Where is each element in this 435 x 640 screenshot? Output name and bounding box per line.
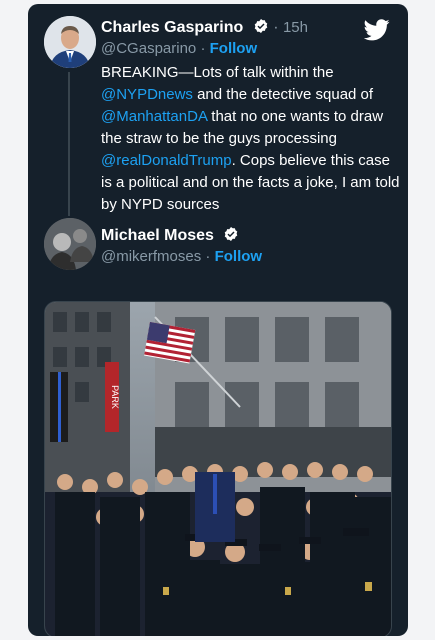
tweet-photo[interactable]: PARK (44, 301, 392, 636)
tweet-timestamp[interactable]: 15h (283, 19, 308, 36)
author-name[interactable]: Charles Gasparino (101, 19, 243, 36)
handle-row: @CGasparino · Follow (101, 40, 257, 57)
thread-connector-line (68, 72, 70, 216)
avatar-image (44, 218, 96, 270)
verified-badge-icon (254, 19, 268, 33)
tweet-card: Charles Gasparino · 15h @CGasparino · Fo… (28, 4, 408, 636)
follow-button[interactable]: Follow (215, 248, 263, 265)
separator-dot: · (200, 40, 206, 57)
separator-dot: · (205, 248, 211, 265)
avatar-charles-gasparino[interactable] (44, 16, 96, 68)
tweet-body: BREAKING—Lots of talk within the @NYPDne… (101, 62, 401, 216)
group-photo-image: PARK (45, 302, 391, 636)
mention-link-manhattanda[interactable]: @ManhattanDA (101, 108, 207, 125)
mention-link-realdonaldtrump[interactable]: @realDonaldTrump (101, 152, 232, 169)
author-name-row: Charles Gasparino · 15h (101, 18, 308, 37)
author-name-row: Michael Moses (101, 226, 239, 245)
park-sign-text: PARK (110, 385, 120, 409)
handle-row: @mikerfmoses · Follow (101, 248, 262, 265)
author-handle[interactable]: @mikerfmoses (101, 248, 201, 265)
verified-badge-icon (225, 227, 238, 241)
tweet-text-part: BREAKING—Lots of talk within the (101, 64, 334, 81)
follow-button[interactable]: Follow (210, 40, 258, 57)
tweet-text-part: and the detective squad of (192, 86, 374, 103)
author-handle[interactable]: @CGasparino (101, 40, 196, 57)
avatar-image (44, 16, 96, 68)
author-name[interactable]: Michael Moses (101, 227, 214, 244)
twitter-bird-icon[interactable] (364, 19, 390, 41)
avatar-michael-moses[interactable] (44, 218, 96, 270)
mention-link-nypdnews[interactable]: @NYPDnews (101, 86, 193, 103)
separator-dot: · (273, 19, 279, 36)
